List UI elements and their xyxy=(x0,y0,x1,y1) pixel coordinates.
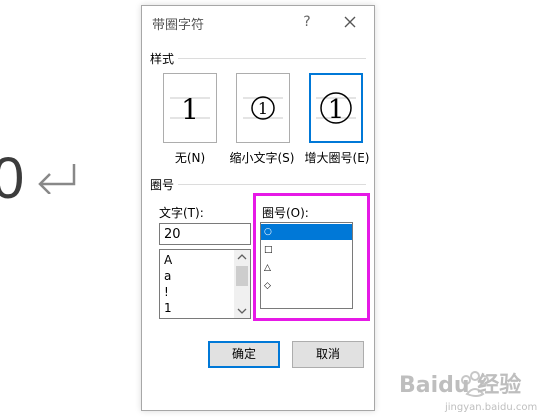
enclosure-item-triangle[interactable]: △ xyxy=(261,260,352,276)
document-char: 0 xyxy=(0,146,25,211)
circle-group-label: 圈号 xyxy=(150,178,175,192)
style-enlarge-option[interactable]: 1 xyxy=(309,73,363,143)
list-item[interactable]: ! xyxy=(164,284,169,300)
style-shrink-glyph: 1 xyxy=(258,99,268,118)
style-shrink-label: 缩小文字(S) xyxy=(229,151,295,165)
help-button[interactable]: ? xyxy=(296,12,318,32)
scroll-thumb[interactable] xyxy=(236,266,248,286)
enclosure-field-label: 圈号(O): xyxy=(262,206,309,220)
style-enlarge-glyph: 1 xyxy=(328,95,345,125)
dialog-title: 带圈字符 xyxy=(152,18,205,33)
style-shrink-preview: 1 xyxy=(243,96,283,120)
style-enlarge-label: 增大圈号(E) xyxy=(304,151,370,165)
enclosure-item-diamond[interactable]: ◇ xyxy=(261,278,352,294)
dialog-titlebar[interactable]: 带圈字符 ? xyxy=(142,6,374,38)
text-list-scrollbar[interactable] xyxy=(234,250,250,318)
list-item[interactable]: a xyxy=(164,268,171,284)
scroll-down-icon[interactable] xyxy=(234,304,250,318)
circle-group-divider xyxy=(178,184,366,185)
document-text: 0 xyxy=(0,150,24,208)
enclosure-glyph: □ xyxy=(264,245,273,255)
close-button[interactable] xyxy=(339,12,361,32)
text-list[interactable]: A a ! 1 xyxy=(159,249,251,319)
style-group-divider xyxy=(178,58,366,59)
enclose-characters-dialog: 带圈字符 ? 样式 1 1 1 无(N) 缩小文字(S) 增大圈号(E) 圈号 … xyxy=(141,5,375,411)
style-none-option[interactable]: 1 xyxy=(163,73,217,143)
enclosure-glyph: △ xyxy=(264,263,271,273)
enclosure-list[interactable]: ○ □ △ ◇ xyxy=(260,222,353,309)
watermark-subtext: jingyan.baidu.com xyxy=(444,402,537,413)
enclosure-glyph: ◇ xyxy=(264,281,271,291)
close-icon xyxy=(344,16,356,28)
enclosure-glyph: ○ xyxy=(264,227,272,237)
style-shrink-option[interactable]: 1 xyxy=(236,73,290,143)
enclosure-item-square[interactable]: □ xyxy=(261,242,352,258)
style-none-label: 无(N) xyxy=(174,151,206,165)
watermark-text: Baidu 经验 xyxy=(399,372,521,398)
list-item[interactable]: 1 xyxy=(164,300,172,316)
scroll-up-icon[interactable] xyxy=(234,250,250,264)
enclosure-item-circle[interactable]: ○ xyxy=(261,224,352,240)
cancel-button[interactable]: 取消 xyxy=(292,341,364,368)
style-none-preview: 1 xyxy=(170,93,210,126)
text-field-label: 文字(T): xyxy=(159,206,204,220)
style-enlarge-preview: 1 xyxy=(316,92,356,125)
baidu-jingyan-watermark: Baidu 经验 jingyan.baidu.com xyxy=(399,371,537,413)
ok-button[interactable]: 确定 xyxy=(208,341,280,368)
paragraph-return-icon xyxy=(38,164,76,194)
list-item[interactable]: A xyxy=(164,252,172,268)
text-input[interactable]: 20 xyxy=(159,223,251,245)
style-none-glyph: 1 xyxy=(181,93,199,126)
style-group-label: 样式 xyxy=(150,52,175,66)
